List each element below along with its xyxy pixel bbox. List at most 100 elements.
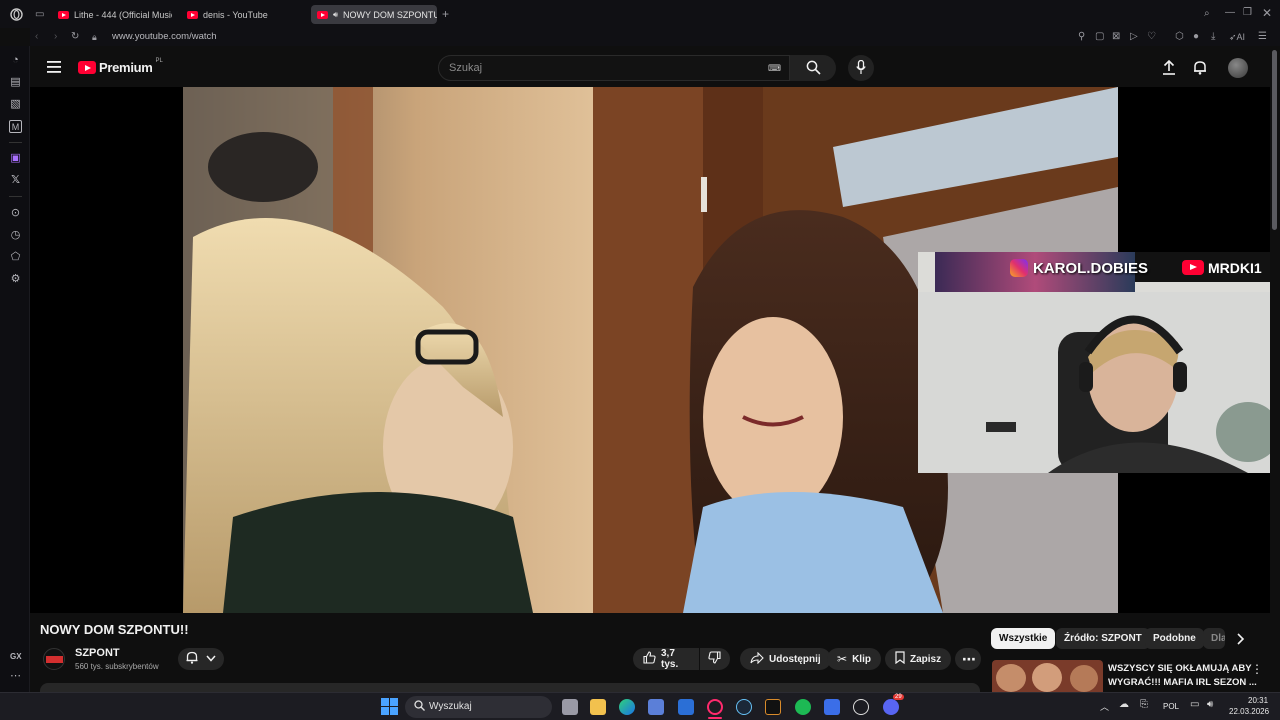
discord-badge: 29 <box>893 694 904 700</box>
aria-icon[interactable]: ◔ <box>9 54 22 67</box>
task-view-icon[interactable] <box>562 699 578 715</box>
channel-name[interactable]: SZPONT <box>75 647 120 659</box>
spotify-icon[interactable] <box>795 699 811 715</box>
chip-related[interactable]: Podobne <box>1145 628 1204 649</box>
player-sidebar-icon[interactable]: ⊙ <box>9 207 22 220</box>
opera-gx-icon[interactable] <box>707 699 723 715</box>
network-icon[interactable]: ☁ <box>1119 699 1129 710</box>
steam-icon[interactable] <box>736 699 752 715</box>
youtube-handle: MRDKI1 <box>1208 260 1262 276</box>
guide-menu-icon[interactable] <box>47 60 61 78</box>
terminal-icon[interactable] <box>765 699 781 715</box>
edge-icon[interactable] <box>619 699 635 715</box>
chip-all[interactable]: Wszystkie <box>991 628 1056 649</box>
tab-lithe[interactable]: Lithe - 444 (Official Music <box>58 5 172 24</box>
heart-icon[interactable]: ♡ <box>1147 31 1156 43</box>
chip-source[interactable]: Źródło: SZPONT <box>1056 628 1150 649</box>
mail-icon[interactable] <box>678 699 694 715</box>
twitch-icon[interactable]: ▣ <box>9 152 22 165</box>
clip-button[interactable]: ✂ Klip <box>827 648 881 670</box>
logo-region: PL <box>155 57 163 64</box>
speaker-icon[interactable]: 🔊︎ <box>1207 699 1213 710</box>
youtube-logo[interactable]: Premium PL <box>78 57 163 75</box>
volume-device-icon[interactable]: ⎘ <box>1140 699 1148 710</box>
keyboard-icon[interactable]: ⌨ <box>768 63 781 74</box>
history-icon[interactable]: ◷ <box>9 229 22 242</box>
dislike-button[interactable] <box>700 648 730 670</box>
settings-icon[interactable]: ⚙ <box>9 273 22 286</box>
new-tab-button[interactable]: + <box>442 8 449 20</box>
pin-icon[interactable]: ⚲ <box>1078 31 1085 43</box>
chatgpt-icon[interactable] <box>853 699 869 715</box>
notifications-icon[interactable] <box>1193 60 1207 80</box>
player-icon[interactable]: ▷ <box>1130 31 1138 43</box>
like-button[interactable]: 3,7 tys. <box>633 648 699 670</box>
snapshot-gallery-icon[interactable]: ▧ <box>9 98 22 111</box>
instagram-icon <box>1010 259 1028 277</box>
search-tabs-icon[interactable]: ⌕ <box>1204 8 1210 20</box>
recommendation-menu-icon[interactable]: ⋮ <box>1251 662 1263 676</box>
search-input[interactable]: Szukaj ⌨ <box>438 55 790 81</box>
tray-chevron-icon[interactable]: ︿ <box>1100 700 1109 713</box>
display-icon[interactable]: ▭ <box>1190 699 1199 710</box>
chip-for-you[interactable]: Dla <box>1203 628 1225 649</box>
sidebar-divider <box>9 196 22 197</box>
taskbar-search[interactable]: Wyszukaj <box>405 696 552 718</box>
language-indicator[interactable]: POL <box>1163 702 1179 711</box>
messenger-icon[interactable]: M <box>9 120 22 133</box>
download-icon[interactable]: ⤓ <box>1211 31 1215 43</box>
avatar[interactable] <box>1228 58 1248 78</box>
description-box-edge[interactable] <box>40 683 980 692</box>
extensions-sidebar-icon[interactable]: ⬠ <box>9 251 22 264</box>
youtube-favicon-icon <box>58 10 69 19</box>
more-icon[interactable]: ⋯ <box>9 670 22 683</box>
back-icon[interactable]: ‹ <box>35 31 38 43</box>
easy-setup-icon[interactable]: ☰ <box>1258 31 1267 43</box>
page-scrollbar[interactable] <box>1272 50 1277 230</box>
url-field[interactable]: www.youtube.com/watch <box>112 31 217 42</box>
thumbs-up-icon <box>643 651 656 667</box>
upload-icon[interactable] <box>1162 59 1176 80</box>
reload-icon[interactable]: ↻ <box>71 31 79 43</box>
maximize-icon[interactable]: ❐ <box>1243 7 1252 19</box>
snapshot-icon[interactable]: ▢ <box>1095 31 1104 43</box>
windows-start-icon[interactable] <box>381 698 398 720</box>
microsoft-store-icon[interactable] <box>648 699 664 715</box>
recommendation-title-line2[interactable]: WYGRAĆ!!! MAFIA IRL SEZON ... <box>1108 677 1257 688</box>
gx-label[interactable]: GX <box>10 652 22 661</box>
tab-nowy-dom[interactable]: 🔊︎ NOWY DOM SZPONTU <box>311 5 437 24</box>
video-player[interactable]: KAROL.DOBIES MRDKI1 <box>30 87 1270 613</box>
tab-islands-icon[interactable]: ▤ <box>9 76 22 89</box>
subscribed-notifications-button[interactable] <box>178 648 224 670</box>
save-button[interactable]: Zapisz <box>885 648 952 670</box>
opera-menu-icon[interactable] <box>10 8 23 25</box>
chevron-right-icon[interactable] <box>1236 632 1245 650</box>
instagram-handle: KAROL.DOBIES <box>1033 260 1149 277</box>
chevron-down-icon <box>206 654 216 665</box>
adblock-icon[interactable]: ⊠ <box>1112 31 1120 43</box>
clock-time[interactable]: 20:31 <box>1248 696 1268 705</box>
channel-avatar[interactable] <box>43 648 65 670</box>
clip-label: Klip <box>852 653 871 665</box>
streamer-facecam: KAROL.DOBIES MRDKI1 <box>918 252 1270 473</box>
recommendation-title-line1[interactable]: WSZYSCY SIĘ OKŁAMUJĄ ABY <box>1108 663 1252 674</box>
x-twitter-icon[interactable]: 𝕏 <box>9 174 22 187</box>
clock-date[interactable]: 22.03.2026 <box>1229 707 1269 716</box>
tab-denis[interactable]: denis - YouTube <box>187 5 297 24</box>
extensions-icon[interactable]: ⬡ <box>1175 31 1184 43</box>
close-icon[interactable]: ✕ <box>1262 7 1272 19</box>
minimize-icon[interactable]: — <box>1225 7 1235 19</box>
workspaces-icon[interactable]: ▭ <box>35 9 44 21</box>
aria-ai-button[interactable]: ➶AI <box>1229 31 1245 43</box>
forward-icon[interactable]: › <box>54 31 57 43</box>
share-label: Udostępnij <box>769 653 821 665</box>
search-button[interactable] <box>790 55 836 81</box>
more-actions-button[interactable]: ⋯ <box>955 648 981 670</box>
file-explorer-icon[interactable] <box>590 699 606 715</box>
discord-icon[interactable] <box>883 699 899 715</box>
profile-icon[interactable]: ● <box>1193 31 1199 43</box>
share-button[interactable]: Udostępnij <box>740 648 831 670</box>
recommendation-thumbnail[interactable] <box>992 660 1103 692</box>
notes-app-icon[interactable] <box>824 699 840 715</box>
voice-search-button[interactable] <box>848 55 874 81</box>
